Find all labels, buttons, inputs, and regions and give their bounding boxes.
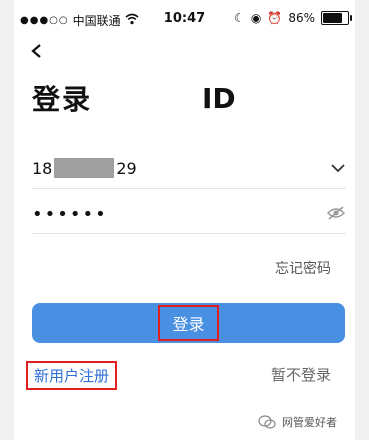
battery-fill: [323, 13, 342, 23]
title-redaction: [92, 83, 202, 113]
account-number: 18 29: [32, 158, 137, 178]
login-button[interactable]: 登录: [32, 303, 345, 343]
left-frame: [0, 0, 14, 440]
account-field[interactable]: 18 29: [32, 148, 346, 189]
eye-hidden-icon[interactable]: [326, 205, 346, 221]
skip-login-link[interactable]: 暂不登录: [271, 364, 331, 385]
account-redaction: [54, 158, 115, 178]
wechat-icon: [258, 415, 276, 429]
lock-rotation-icon: ◉: [250, 11, 262, 25]
forgot-password-link[interactable]: 忘记密码: [275, 258, 331, 278]
chevron-left-icon: [31, 44, 41, 58]
phone-screen: ●●●○○ 中国联通 10:47 ☾ ◉ ⏰ 86% 登录 ID 18 29 •…: [14, 0, 355, 440]
status-right: ☾ ◉ ⏰ 86%: [234, 11, 352, 25]
moon-icon: ☾: [234, 11, 245, 25]
watermark-text: 网管爱好者: [282, 416, 337, 429]
password-value: ••••••: [32, 204, 108, 225]
password-field[interactable]: ••••••: [32, 195, 346, 234]
account-suffix: 29: [116, 158, 137, 178]
battery-percent: 86%: [288, 11, 315, 25]
watermark: 网管爱好者: [258, 414, 337, 430]
alarm-icon: ⏰: [267, 11, 283, 25]
account-prefix: 18: [32, 158, 53, 178]
back-button[interactable]: [26, 40, 48, 62]
title-text: 登录: [32, 83, 93, 116]
register-link[interactable]: 新用户注册: [26, 361, 118, 390]
login-button-label: 登录: [158, 305, 219, 341]
status-bar: ●●●○○ 中国联通 10:47 ☾ ◉ ⏰ 86%: [14, 0, 355, 36]
page-title: 登录 ID: [32, 78, 236, 118]
chevron-down-icon[interactable]: [330, 160, 346, 176]
right-frame: [355, 0, 369, 440]
title-suffix: ID: [202, 81, 236, 115]
battery-icon: [321, 11, 352, 25]
